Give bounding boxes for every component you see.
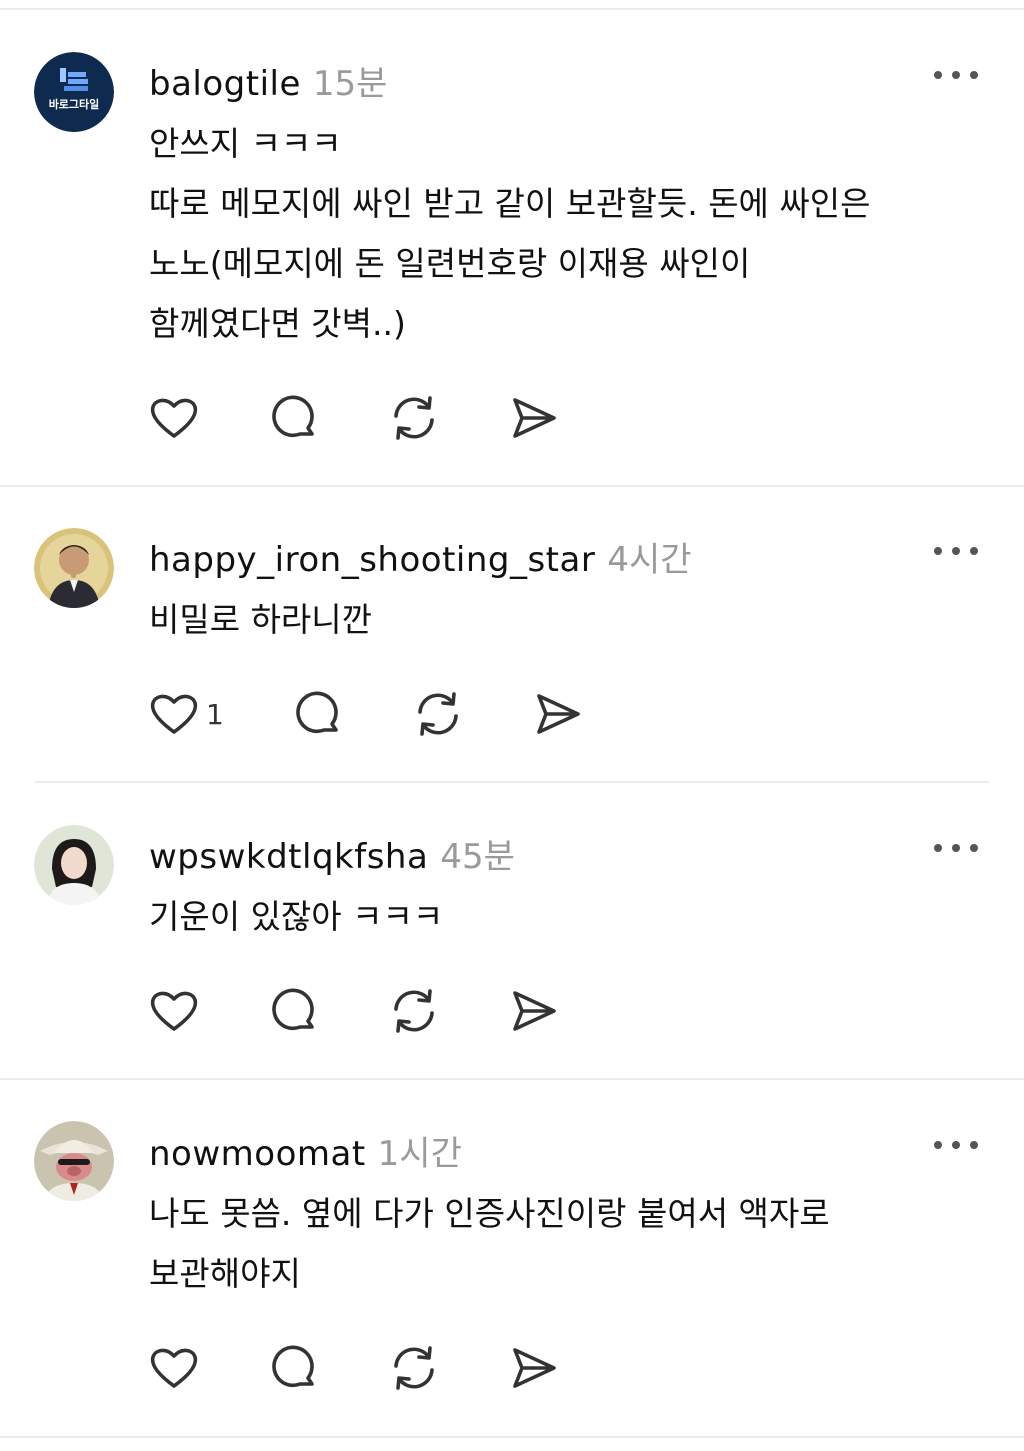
more-icon[interactable] [934, 1135, 978, 1155]
divider [0, 1436, 1024, 1438]
heart-icon [150, 1348, 198, 1388]
action-bar [148, 1342, 560, 1394]
reply-button[interactable] [292, 688, 344, 740]
like-button[interactable] [148, 985, 200, 1037]
text-line: 따로 메모지에 싸인 받고 같이 보관할듯. 돈에 싸인은 [149, 184, 871, 223]
more-icon[interactable] [934, 838, 978, 858]
divider [0, 1078, 1024, 1080]
avatar[interactable]: 바로그타일 [34, 52, 114, 132]
divider [34, 781, 990, 783]
send-icon [513, 1348, 556, 1388]
repost-button[interactable] [388, 985, 440, 1037]
avatar[interactable] [34, 1121, 114, 1201]
post-text: 기운이 있잖아 ㅋㅋㅋ [149, 887, 989, 947]
send-icon [513, 398, 556, 438]
timestamp: 45분 [440, 837, 515, 877]
action-bar [148, 392, 560, 444]
text-line: 비밀로 하라니깐 [149, 600, 373, 639]
text-line: 노노(메모지에 돈 일련번호랑 이재용 싸인이 [149, 244, 751, 283]
repost-icon [418, 692, 458, 736]
timestamp: 4시간 [607, 540, 692, 580]
like-count: 1 [206, 697, 224, 731]
action-bar [148, 985, 560, 1037]
like-button[interactable]: 1 [148, 688, 224, 740]
repost-button[interactable] [388, 1342, 440, 1394]
heart-icon [150, 991, 198, 1031]
post-header: wpswkdtlqkfsha 45분 [149, 829, 515, 878]
repost-button[interactable] [412, 688, 464, 740]
reply-button[interactable] [268, 392, 320, 444]
username[interactable]: nowmoomat [149, 1134, 366, 1174]
text-line: 보관해야지 [149, 1254, 301, 1293]
more-icon[interactable] [934, 65, 978, 85]
repost-icon [394, 396, 434, 440]
reply-button[interactable] [268, 1342, 320, 1394]
send-icon [537, 694, 580, 734]
post-header: nowmoomat 1시간 [149, 1126, 462, 1175]
text-line: 함께였다면 갓벽..) [149, 304, 406, 343]
repost-icon [394, 1346, 434, 1390]
repost-icon [394, 989, 434, 1033]
timestamp: 1시간 [377, 1134, 462, 1174]
divider [0, 8, 1024, 10]
comment-icon [272, 1345, 314, 1388]
timestamp: 15분 [312, 64, 388, 104]
post-header: happy_iron_shooting_star 4시간 [149, 532, 692, 581]
like-button[interactable] [148, 1342, 200, 1394]
text-line: 안쓰지 ㅋㅋㅋ [149, 124, 342, 163]
avatar[interactable] [34, 825, 114, 905]
share-button[interactable] [508, 392, 560, 444]
username[interactable]: balogtile [149, 64, 301, 104]
text-line: 기운이 있잖아 ㅋㅋㅋ [149, 897, 444, 936]
share-button[interactable] [508, 1342, 560, 1394]
share-button[interactable] [532, 688, 584, 740]
reply-button[interactable] [268, 985, 320, 1037]
text-line: 나도 못씀. 옆에 다가 인증사진이랑 붙여서 액자로 [149, 1194, 830, 1233]
comment-icon [272, 395, 314, 438]
post-text: 비밀로 하라니깐 [149, 590, 989, 650]
action-bar: 1 [148, 688, 584, 740]
share-button[interactable] [508, 985, 560, 1037]
heart-icon [150, 694, 198, 734]
post-text: 안쓰지 ㅋㅋㅋ 따로 메모지에 싸인 받고 같이 보관할듯. 돈에 싸인은 노노… [149, 114, 989, 354]
heart-icon [150, 398, 198, 438]
divider [0, 485, 1024, 487]
like-button[interactable] [148, 392, 200, 444]
comment-icon [296, 691, 338, 734]
repost-button[interactable] [388, 392, 440, 444]
avatar[interactable] [34, 528, 114, 608]
send-icon [513, 991, 556, 1031]
avatar-logo-text: 바로그타일 [49, 97, 100, 111]
username[interactable]: wpswkdtlqkfsha [149, 837, 428, 877]
username[interactable]: happy_iron_shooting_star [149, 540, 595, 580]
comment-icon [272, 988, 314, 1031]
post-header: balogtile 15분 [149, 56, 387, 105]
more-icon[interactable] [934, 541, 978, 561]
post-text: 나도 못씀. 옆에 다가 인증사진이랑 붙여서 액자로 보관해야지 [149, 1184, 989, 1304]
